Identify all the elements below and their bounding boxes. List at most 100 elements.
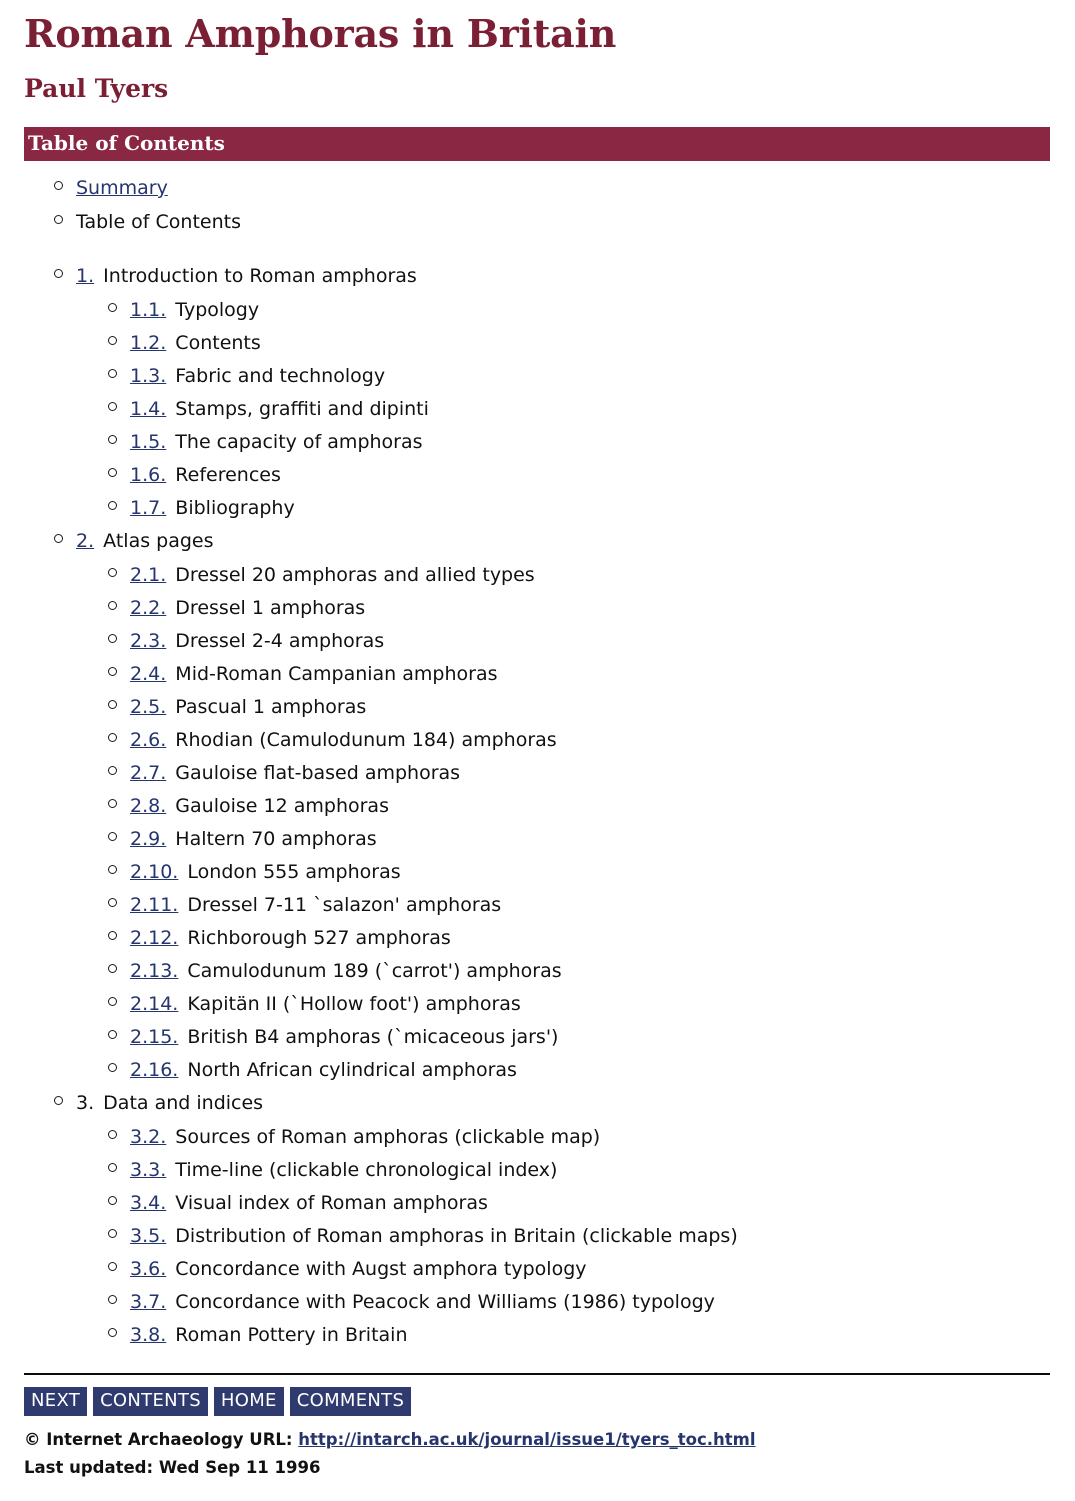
toc-subsection-number-link[interactable]: 1.1. (130, 299, 166, 321)
toc-subsection-title: Rhodian (Camulodunum 184) amphoras (169, 728, 557, 751)
list-bullet-icon (108, 996, 117, 1006)
toc-section-2[interactable]: 2. Atlas pages (22, 529, 1053, 552)
list-bullet-icon (108, 1162, 117, 1172)
toc-subsection-title: Distribution of Roman amphoras in Britai… (169, 1224, 738, 1247)
list-bullet-icon (108, 600, 117, 610)
toc-subsection-38[interactable]: 3.8. Roman Pottery in Britain (22, 1324, 1053, 1346)
list-bullet-icon (108, 368, 117, 378)
toc-subsection-number-link[interactable]: 3.4. (130, 1192, 166, 1214)
toc-subsection-17[interactable]: 1.7. Bibliography (22, 496, 1053, 519)
list-bullet-icon (108, 666, 117, 676)
toc-section-number-link[interactable]: 1. (76, 265, 94, 287)
toc-subsection-35[interactable]: 3.5. Distribution of Roman amphoras in B… (22, 1224, 1053, 1247)
toc-subsection-title: Mid-Roman Campanian amphoras (169, 662, 498, 685)
toc-subsection-21[interactable]: 2.1. Dressel 20 amphoras and allied type… (22, 564, 1053, 586)
toc-subsection-number-link[interactable]: 2.7. (130, 762, 166, 784)
toc-subsection-title: Concordance with Peacock and Williams (1… (169, 1290, 715, 1313)
toc-subsection-number-link[interactable]: 3.2. (130, 1126, 166, 1148)
list-bullet-icon (108, 699, 117, 709)
toc-subsection-37[interactable]: 3.7. Concordance with Peacock and Willia… (22, 1290, 1053, 1313)
toc-subsection-number-link[interactable]: 3.8. (130, 1324, 166, 1346)
toc-subsection-title: The capacity of amphoras (169, 430, 423, 453)
list-bullet-icon (108, 1294, 117, 1304)
toc-section-number: 3. (76, 1091, 95, 1114)
toc-subsection-number-link[interactable]: 2.13. (130, 960, 178, 982)
toc-subsection-25[interactable]: 2.5. Pascual 1 amphoras (22, 696, 1053, 718)
toc-subsection-number-link[interactable]: 2.10. (130, 861, 178, 883)
toc-subsection-22[interactable]: 2.2. Dressel 1 amphoras (22, 597, 1053, 619)
toc-subsection-number-link[interactable]: 2.15. (130, 1026, 178, 1048)
toc-subsection-number-link[interactable]: 2.1. (130, 564, 166, 586)
toc-subsection-11[interactable]: 1.1. Typology (22, 298, 1053, 321)
toc-subsection-12[interactable]: 1.2. Contents (22, 331, 1053, 354)
toc-subsection-title: Concordance with Augst amphora typology (169, 1257, 587, 1280)
toc-subsection-number-link[interactable]: 3.7. (130, 1291, 166, 1313)
toc-subsection-36[interactable]: 3.6. Concordance with Augst amphora typo… (22, 1257, 1053, 1280)
toc-subsection-number-link[interactable]: 1.4. (130, 398, 166, 420)
nav-button-home[interactable]: HOME (213, 1386, 284, 1416)
list-bullet-icon (108, 1129, 117, 1139)
toc-subsection-211[interactable]: 2.11. Dressel 7-11 `salazon' amphoras (22, 894, 1053, 916)
list-bullet-icon (108, 633, 117, 643)
list-bullet-icon (108, 401, 117, 411)
toc-section-title: Introduction to Roman amphoras (97, 264, 417, 287)
toc-subsection-27[interactable]: 2.7. Gauloise flat-based amphoras (22, 762, 1053, 784)
toc-subsection-number-link[interactable]: 2.16. (130, 1059, 178, 1081)
toc-subsection-title: Bibliography (169, 496, 295, 519)
toc-section-title: Atlas pages (97, 529, 214, 552)
toc-subsection-34[interactable]: 3.4. Visual index of Roman amphoras (22, 1192, 1053, 1214)
toc-subsection-23[interactable]: 2.3. Dressel 2-4 amphoras (22, 629, 1053, 652)
toc-subsection-number-link[interactable]: 1.2. (130, 332, 166, 354)
toc-subsection-33[interactable]: 3.3. Time-line (clickable chronological … (22, 1159, 1053, 1181)
list-bullet-icon (108, 864, 117, 874)
toc-subsection-number-link[interactable]: 2.2. (130, 597, 166, 619)
list-bullet-icon (108, 335, 117, 345)
list-bullet-icon (108, 798, 117, 808)
toc-subsection-number-link[interactable]: 2.6. (130, 729, 166, 751)
toc-front-item[interactable]: Summary (22, 177, 1053, 199)
nav-button-comments[interactable]: COMMENTS (289, 1386, 412, 1416)
toc-subsection-14[interactable]: 1.4. Stamps, graffiti and dipinti (22, 398, 1053, 420)
toc-subsection-number-link[interactable]: 3.5. (130, 1225, 166, 1247)
list-bullet-icon (108, 1228, 117, 1238)
toc-subsection-number-link[interactable]: 2.3. (130, 630, 166, 652)
toc-subsection-28[interactable]: 2.8. Gauloise 12 amphoras (22, 795, 1053, 817)
toc-subsection-number-link[interactable]: 3.6. (130, 1258, 166, 1280)
toc-link-summary[interactable]: Summary (76, 177, 168, 199)
toc-subsection-24[interactable]: 2.4. Mid-Roman Campanian amphoras (22, 662, 1053, 685)
toc-subsection-32[interactable]: 3.2. Sources of Roman amphoras (clickabl… (22, 1126, 1053, 1148)
toc-subsection-title: Contents (169, 331, 261, 354)
toc-subsection-number-link[interactable]: 2.9. (130, 828, 166, 850)
toc-subsection-number-link[interactable]: 1.6. (130, 464, 166, 486)
toc-subsection-15[interactable]: 1.5. The capacity of amphoras (22, 430, 1053, 453)
list-bullet-icon (108, 963, 117, 973)
toc-subsection-29[interactable]: 2.9. Haltern 70 amphoras (22, 828, 1053, 850)
toc-subsection-13[interactable]: 1.3. Fabric and technology (22, 365, 1053, 387)
toc-subsection-number-link[interactable]: 1.5. (130, 431, 166, 453)
source-url-link[interactable]: http://intarch.ac.uk/journal/issue1/tyer… (298, 1430, 755, 1449)
nav-button-contents[interactable]: CONTENTS (93, 1386, 208, 1416)
toc-subsection-212[interactable]: 2.12. Richborough 527 amphoras (22, 927, 1053, 949)
toc-subsection-210[interactable]: 2.10. London 555 amphoras (22, 861, 1053, 883)
toc-subsection-number-link[interactable]: 2.11. (130, 894, 178, 916)
toc-subsection-number-link[interactable]: 2.12. (130, 927, 178, 949)
toc-section-number-link[interactable]: 2. (76, 530, 94, 552)
toc-subsection-title: Camulodunum 189 (`carrot') amphoras (181, 959, 562, 982)
toc-subsection-number-link[interactable]: 1.7. (130, 497, 166, 519)
toc-subsection-number-link[interactable]: 1.3. (130, 365, 166, 387)
nav-button-next[interactable]: NEXT (24, 1386, 88, 1416)
toc-subsection-number-link[interactable]: 2.5. (130, 696, 166, 718)
toc-subsection-216[interactable]: 2.16. North African cylindrical amphoras (22, 1059, 1053, 1081)
toc-section-1[interactable]: 1. Introduction to Roman amphoras (22, 264, 1053, 287)
toc-subsection-213[interactable]: 2.13. Camulodunum 189 (`carrot') amphora… (22, 959, 1053, 982)
toc-subsection-title: Typology (169, 298, 260, 321)
toc-subsection-number-link[interactable]: 3.3. (130, 1159, 166, 1181)
toc-subsection-16[interactable]: 1.6. References (22, 464, 1053, 486)
toc-subsection-number-link[interactable]: 2.8. (130, 795, 166, 817)
toc-subsection-26[interactable]: 2.6. Rhodian (Camulodunum 184) amphoras (22, 728, 1053, 751)
toc-subsection-title: Dressel 2-4 amphoras (169, 629, 385, 652)
toc-subsection-214[interactable]: 2.14. Kapitän II (`Hollow foot') amphora… (22, 993, 1053, 1015)
toc-subsection-number-link[interactable]: 2.14. (130, 993, 178, 1015)
toc-subsection-number-link[interactable]: 2.4. (130, 663, 166, 685)
toc-subsection-215[interactable]: 2.15. British B4 amphoras (`micaceous ja… (22, 1026, 1053, 1048)
